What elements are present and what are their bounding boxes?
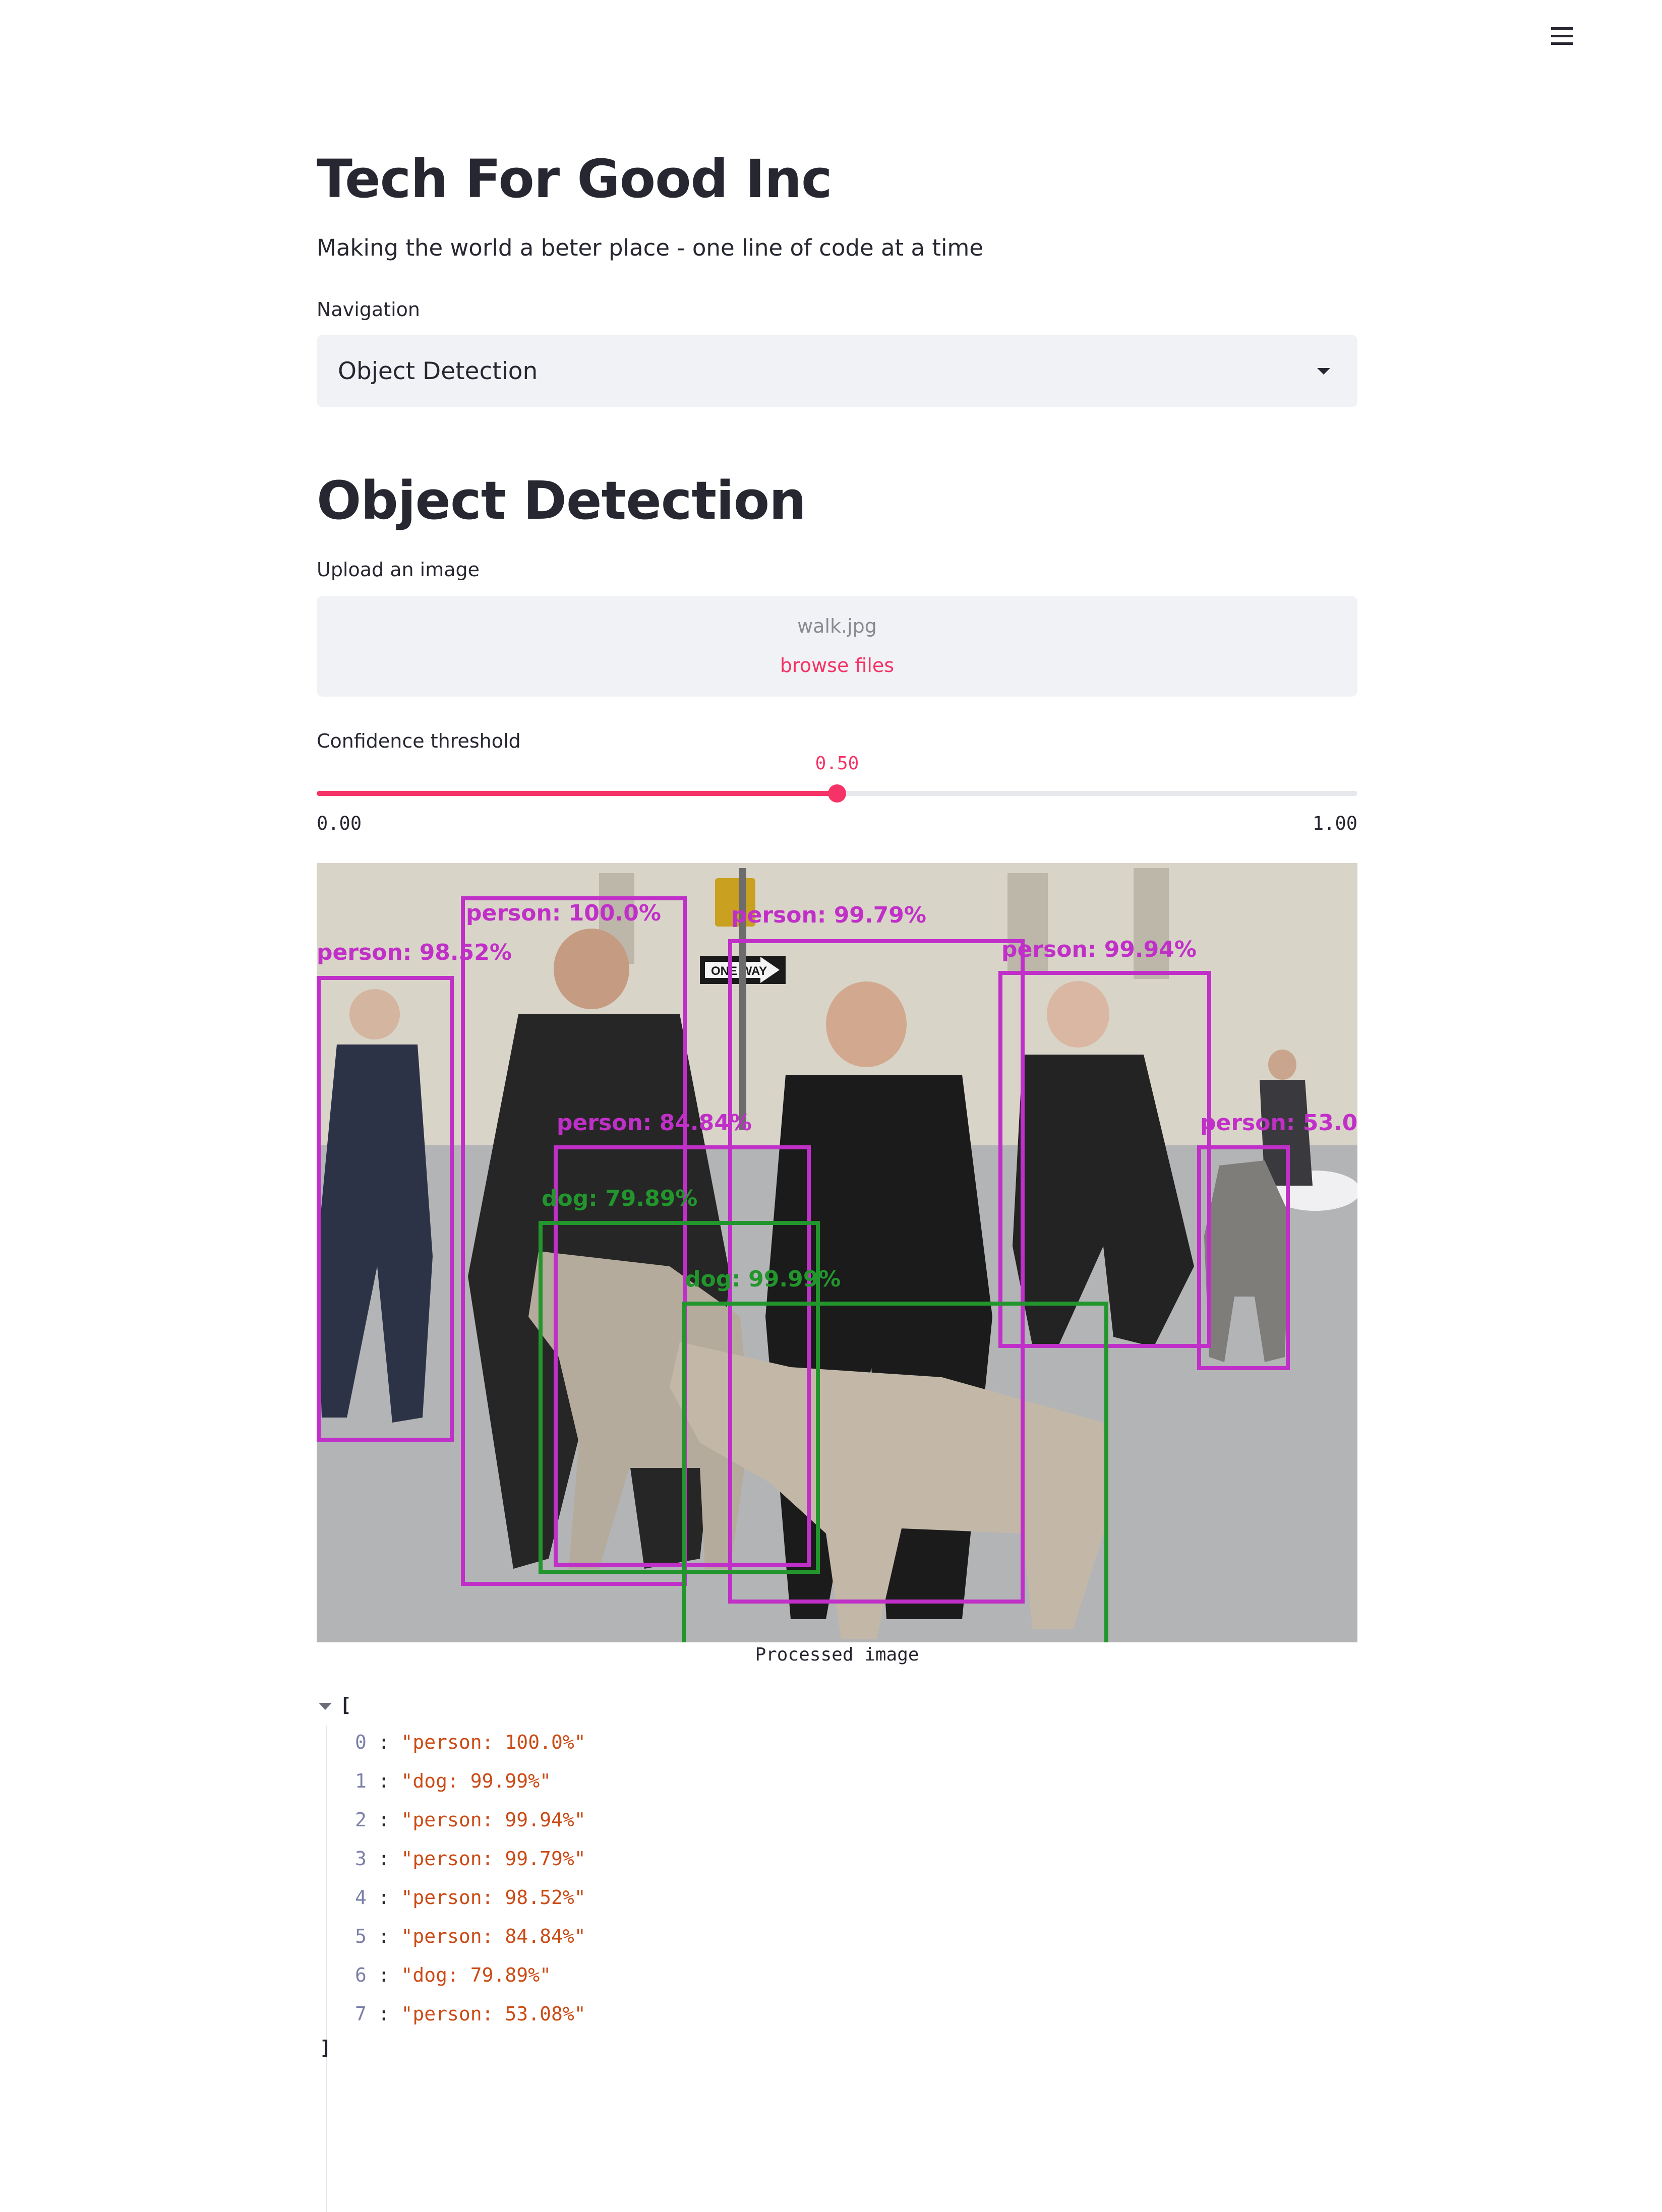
- json-colon: :: [366, 1809, 401, 1831]
- detection-label: person: 53.08%: [1200, 1110, 1357, 1136]
- json-index: 7: [355, 2003, 367, 2025]
- json-colon: :: [366, 1964, 401, 1986]
- app-subtitle: Making the world a beter place - one lin…: [317, 234, 984, 261]
- main-menu-button[interactable]: [1546, 20, 1578, 52]
- slider-min-label: 0.00: [317, 813, 362, 834]
- json-value: "person: 100.0%": [401, 1731, 586, 1753]
- confidence-label: Confidence threshold: [317, 730, 521, 752]
- json-value: "person: 99.94%": [401, 1809, 586, 1831]
- json-row: 7 : "person: 53.08%": [355, 1995, 586, 2034]
- json-index: 3: [355, 1848, 367, 1870]
- detection-label: person: 100.0%: [466, 900, 661, 926]
- window: [1134, 868, 1169, 979]
- navigation-selected-value: Object Detection: [338, 357, 538, 385]
- json-colon: :: [366, 1731, 401, 1753]
- json-value: "person: 99.79%": [401, 1848, 586, 1870]
- json-colon: :: [366, 1770, 401, 1792]
- json-index: 4: [355, 1886, 367, 1909]
- detection-label: dog: 79.89%: [542, 1186, 697, 1211]
- json-index: 0: [355, 1731, 367, 1753]
- navigation-label: Navigation: [317, 298, 420, 321]
- one-way-sign-text: ONE WAY: [711, 964, 767, 978]
- caret-down-icon: [1317, 367, 1330, 375]
- json-row: 5 : "person: 84.84%": [355, 1917, 586, 1956]
- detection-label: dog: 99.99%: [685, 1266, 841, 1292]
- json-rows: 0 : "person: 100.0%" 1 : "dog: 99.99%" 2…: [355, 1723, 586, 2034]
- json-value: "person: 53.08%": [401, 2003, 586, 2025]
- slider-thumb[interactable]: [828, 784, 846, 803]
- json-value: "dog: 79.89%": [401, 1964, 551, 1986]
- json-row: 1 : "dog: 99.99%": [355, 1762, 586, 1801]
- json-row: 2 : "person: 99.94%": [355, 1801, 586, 1839]
- app-title: Tech For Good Inc: [317, 148, 833, 210]
- json-index: 5: [355, 1925, 367, 1947]
- json-row: 4 : "person: 98.52%": [355, 1878, 586, 1917]
- json-index: 6: [355, 1964, 367, 1986]
- json-colon: :: [366, 1925, 401, 1947]
- processed-image: ONE WAY person: 100.0% person: 99.79% pe…: [317, 863, 1357, 1642]
- json-value: "person: 84.84%": [401, 1925, 586, 1947]
- json-index: 2: [355, 1809, 367, 1831]
- detection-label: person: 99.79%: [731, 902, 926, 928]
- browse-files-link[interactable]: browse files: [317, 654, 1357, 677]
- json-row: 0 : "person: 100.0%": [355, 1723, 586, 1762]
- detection-label: person: 98.52%: [317, 940, 512, 965]
- section-title: Object Detection: [317, 470, 806, 531]
- collapse-toggle-icon[interactable]: [319, 1703, 332, 1710]
- json-colon: :: [366, 2003, 401, 2025]
- navigation-select[interactable]: Object Detection: [317, 335, 1357, 407]
- detection-label: person: 99.94%: [1001, 937, 1197, 962]
- json-colon: :: [366, 1848, 401, 1870]
- json-indent-guide: [326, 1726, 327, 2212]
- json-colon: :: [366, 1886, 401, 1909]
- slider-fill: [317, 791, 837, 796]
- json-close-bracket: ]: [320, 2037, 331, 2059]
- detection-label: person: 84.84%: [557, 1110, 752, 1136]
- json-row: 3 : "person: 99.79%": [355, 1839, 586, 1878]
- confidence-slider[interactable]: [317, 784, 1357, 803]
- json-value: "dog: 99.99%": [401, 1770, 551, 1792]
- processed-image-canvas: ONE WAY person: 100.0% person: 99.79% pe…: [317, 863, 1357, 1642]
- json-value: "person: 98.52%": [401, 1886, 586, 1909]
- slider-value: 0.50: [815, 753, 859, 774]
- json-row: 6 : "dog: 79.89%": [355, 1956, 586, 1995]
- uploaded-file-name: walk.jpg: [797, 615, 877, 637]
- upload-label: Upload an image: [317, 559, 480, 581]
- hamburger-menu-icon: [1551, 27, 1573, 45]
- slider-max-label: 1.00: [1312, 813, 1357, 834]
- json-open-bracket: [: [340, 1694, 351, 1716]
- file-uploader-dropzone[interactable]: walk.jpg browse files: [317, 596, 1357, 697]
- image-caption: Processed image: [755, 1644, 919, 1665]
- json-index: 1: [355, 1770, 367, 1792]
